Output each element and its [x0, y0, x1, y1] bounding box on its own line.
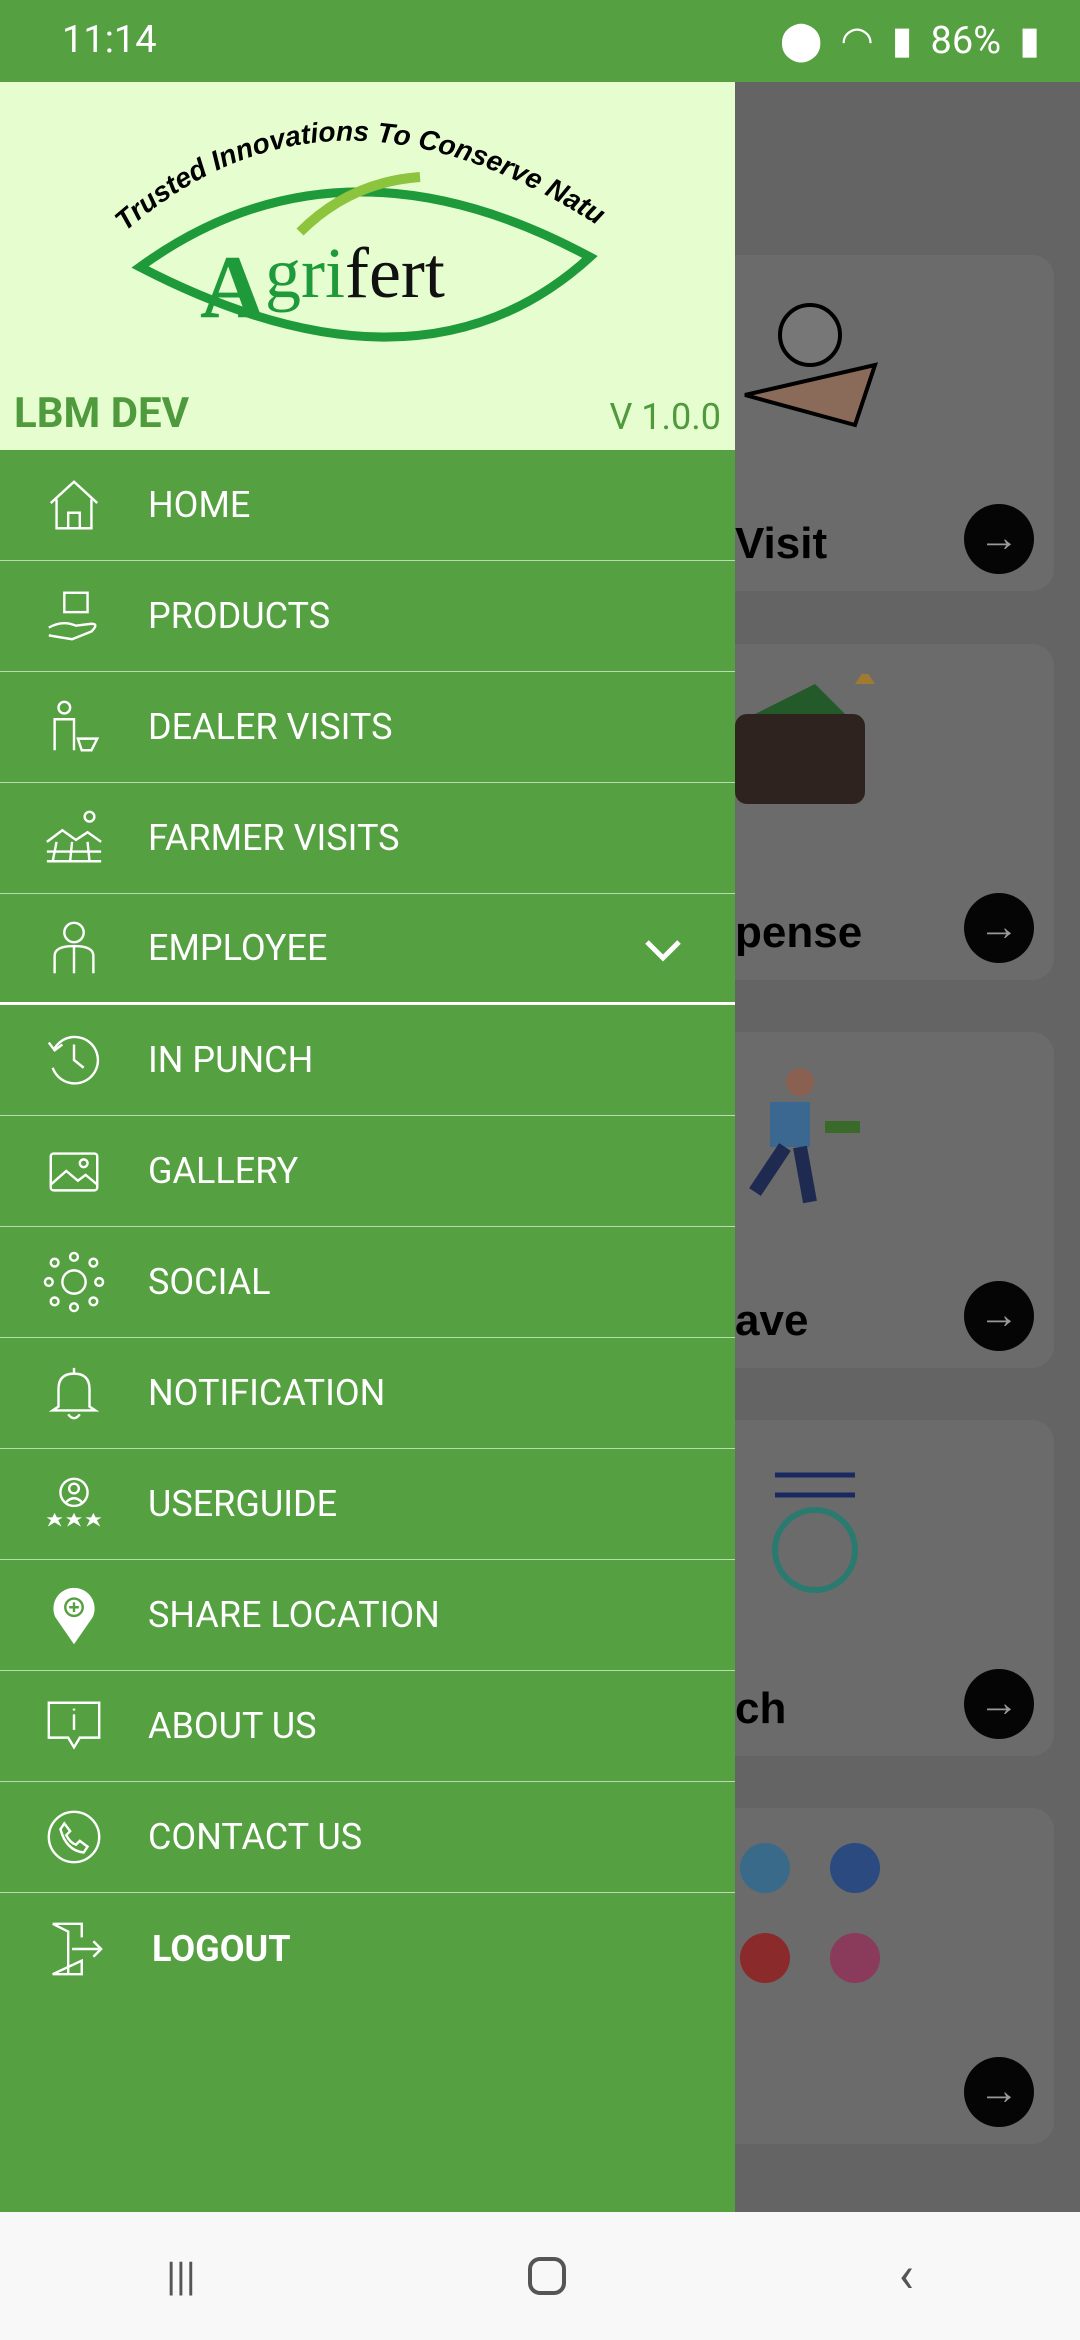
- user-guide-icon: [0, 1473, 148, 1535]
- system-nav-bar: ||| ‹: [0, 2212, 1080, 2340]
- dashboard-card-expense[interactable]: pense →: [690, 644, 1054, 980]
- arrow-right-icon[interactable]: →: [964, 504, 1034, 574]
- menu-item-contact-us[interactable]: CONTACT US: [0, 1782, 735, 1893]
- menu-item-label: GALLERY: [148, 1150, 299, 1192]
- menu-item-label: USERGUIDE: [148, 1483, 338, 1525]
- recent-apps-button[interactable]: |||: [166, 2253, 195, 2300]
- svg-text:A: A: [200, 238, 265, 337]
- user-name: LBM DEV: [14, 389, 190, 438]
- menu-item-employee[interactable]: EMPLOYEE: [0, 894, 735, 1005]
- menu-item-home[interactable]: HOME: [0, 450, 735, 561]
- dashboard-card-social[interactable]: →: [690, 1808, 1054, 2144]
- location-icon: [0, 1584, 148, 1646]
- app-version: V 1.0.0: [609, 396, 721, 438]
- menu-item-label: SHARE LOCATION: [148, 1594, 440, 1636]
- battery-icon: ▮: [1019, 19, 1040, 63]
- menu-item-label: PRODUCTS: [148, 595, 331, 637]
- menu-item-label: FARMER VISITS: [148, 817, 400, 859]
- punch-clock-icon: [772, 1472, 858, 1593]
- wifi-icon: ◠: [840, 19, 874, 63]
- signal-icon: ▮: [891, 19, 913, 63]
- menu-item-about-us[interactable]: ABOUT US: [0, 1671, 735, 1782]
- clock: 11:14: [62, 18, 157, 62]
- arrow-right-icon[interactable]: →: [964, 1669, 1034, 1739]
- menu-item-label: CONTACT US: [148, 1816, 363, 1858]
- menu-item-label: DEALER VISITS: [148, 706, 393, 748]
- menu-item-dealer-visits[interactable]: DEALER VISITS: [0, 672, 735, 783]
- logout-icon: [0, 1918, 148, 1980]
- menu-item-label: ABOUT US: [148, 1705, 317, 1747]
- svg-text:Trusted Innovations To Conserv: Trusted Innovations To Conserve Nature: [0, 82, 611, 236]
- card-label: pense: [735, 908, 863, 957]
- arrow-right-icon[interactable]: →: [964, 1281, 1034, 1351]
- card-label: ave: [735, 1296, 809, 1345]
- agrifert-logo: Trusted Innovations To Conserve Nature A…: [0, 57, 611, 342]
- menu-item-share-location[interactable]: SHARE LOCATION: [0, 1560, 735, 1671]
- bell-icon: [0, 1362, 148, 1424]
- menu-item-label: HOME: [148, 484, 251, 526]
- dealer-icon: [0, 696, 148, 758]
- menu-item-userguide[interactable]: USERGUIDE: [0, 1449, 735, 1560]
- clock-icon: [0, 1029, 148, 1091]
- menu-item-label: LOGOUT: [152, 1927, 291, 1970]
- products-icon: [0, 585, 148, 647]
- home-icon: [0, 474, 148, 536]
- menu-item-label: EMPLOYEE: [148, 927, 328, 969]
- card-label: ch: [735, 1684, 787, 1733]
- social-icon: [0, 1251, 148, 1313]
- back-button[interactable]: ‹: [899, 2247, 914, 2305]
- wallet-icon: [735, 674, 875, 804]
- navigation-drawer: Trusted Innovations To Conserve Nature A…: [0, 57, 735, 2212]
- farm-icon: [0, 807, 148, 869]
- chevron-down-icon[interactable]: [641, 928, 685, 972]
- status-bar: 11:14 ⬤ ◠ ▮ 86% ▮: [0, 0, 1080, 82]
- battery-level: 86%: [930, 18, 1002, 63]
- drawer-header: Trusted Innovations To Conserve Nature A…: [0, 57, 735, 450]
- menu-item-social[interactable]: SOCIAL: [0, 1227, 735, 1338]
- menu-item-products[interactable]: PRODUCTS: [0, 561, 735, 672]
- dashboard-card-visit[interactable]: Visit →: [690, 255, 1054, 591]
- arrow-right-icon[interactable]: →: [964, 893, 1034, 963]
- employee-icon: [0, 917, 148, 979]
- svg-text:grifert: grifert: [265, 233, 445, 313]
- gallery-icon: [0, 1140, 148, 1202]
- info-icon: [0, 1695, 148, 1757]
- dashboard-card-leave[interactable]: ave →: [690, 1032, 1054, 1368]
- menu-item-label: SOCIAL: [148, 1261, 271, 1303]
- menu-item-farmer-visits[interactable]: FARMER VISITS: [0, 783, 735, 894]
- menu-item-in-punch[interactable]: IN PUNCH: [0, 1005, 735, 1116]
- home-button[interactable]: [528, 2257, 567, 2295]
- card-label: Visit: [735, 519, 828, 568]
- dashboard-card-punch[interactable]: ch →: [690, 1420, 1054, 1756]
- arrow-right-icon[interactable]: →: [964, 2057, 1034, 2127]
- phone-icon: [0, 1806, 148, 1868]
- handshake-icon: [744, 303, 879, 428]
- menu-item-logout[interactable]: LOGOUT: [0, 1893, 735, 2004]
- social-media-icon: [740, 1843, 880, 1983]
- location-icon: ⬤: [779, 19, 823, 63]
- menu-item-gallery[interactable]: GALLERY: [0, 1116, 735, 1227]
- running-man-icon: [749, 1068, 860, 1204]
- menu-item-label: IN PUNCH: [148, 1039, 314, 1081]
- menu-item-label: NOTIFICATION: [148, 1372, 386, 1414]
- menu-item-notification[interactable]: NOTIFICATION: [0, 1338, 735, 1449]
